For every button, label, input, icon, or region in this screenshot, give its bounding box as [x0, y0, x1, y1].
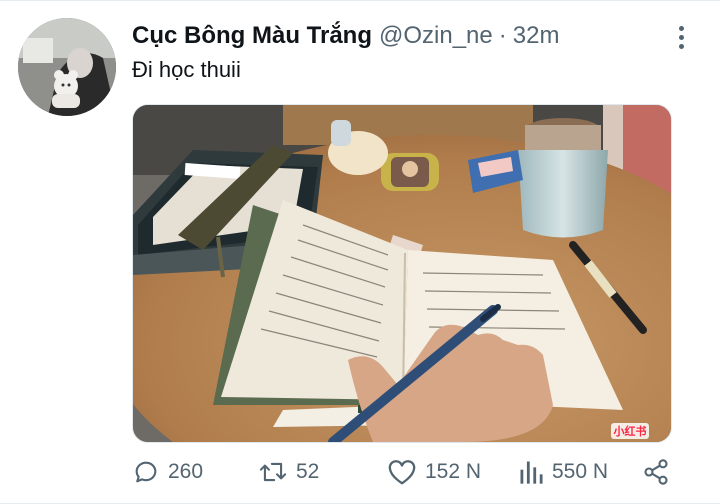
avatar-photo — [18, 18, 116, 116]
like-count: 152 N — [425, 460, 482, 483]
share-icon — [644, 459, 668, 485]
tweet-actions-bar: 260 52 152 N 550 N — [132, 454, 692, 490]
retweet-button[interactable]: 52 — [258, 454, 319, 490]
study-desk-photo: 小红书 — [133, 105, 671, 442]
heart-icon — [388, 460, 416, 485]
timestamp[interactable]: 32m — [513, 22, 560, 50]
retweet-arrows-icon — [259, 462, 287, 482]
tweet-media-photo[interactable]: 小红书 — [132, 104, 672, 443]
tweet-header: Cục Bông Màu Trắng @Ozin_ne · 32m — [132, 22, 559, 52]
reply-button[interactable]: 260 — [132, 454, 203, 490]
views-count: 550 N — [552, 460, 609, 483]
more-options-icon[interactable] — [668, 22, 694, 52]
tweet-text: Đi học thuii — [132, 57, 241, 82]
views-button[interactable]: 550 N — [518, 454, 608, 490]
share-button[interactable] — [642, 454, 670, 490]
avatar[interactable] — [18, 18, 116, 116]
separator-dot: · — [498, 22, 507, 49]
reply-bubble-icon — [135, 461, 157, 483]
reply-count: 260 — [168, 460, 204, 483]
like-button[interactable]: 152 N — [387, 454, 481, 490]
display-name[interactable]: Cục Bông Màu Trắng — [132, 22, 372, 50]
retweet-count: 52 — [296, 460, 320, 483]
user-handle[interactable]: @Ozin_ne — [379, 22, 493, 50]
analytics-bars-icon — [520, 461, 543, 484]
top-divider — [0, 0, 720, 1]
media-watermark: 小红书 — [613, 424, 647, 438]
